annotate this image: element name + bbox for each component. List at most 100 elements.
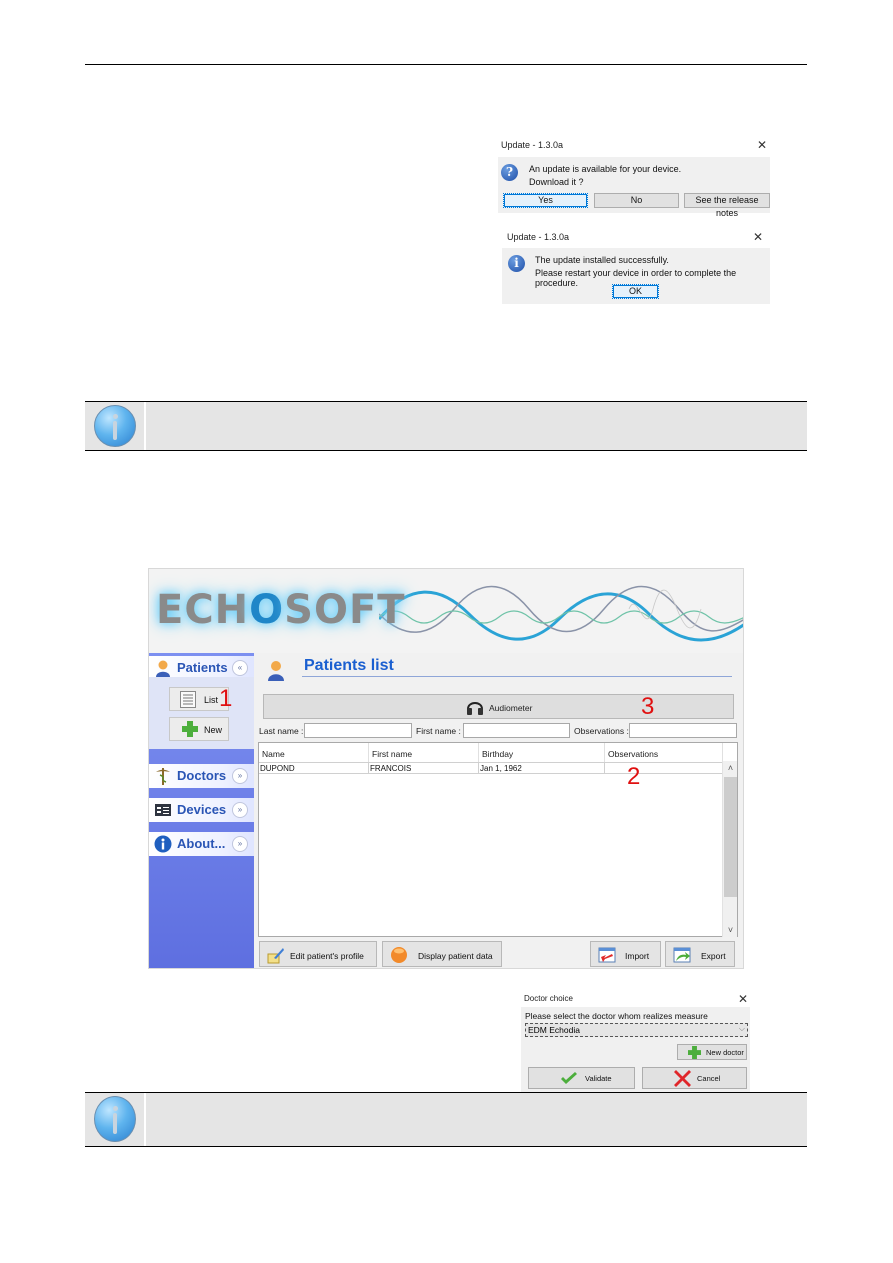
scroll-down-icon[interactable]: ˅ xyxy=(723,925,738,935)
success-message-line1: The update installed successfully. xyxy=(535,255,669,265)
new-doctor-button[interactable]: New doctor xyxy=(677,1044,747,1060)
plus-icon xyxy=(688,1046,701,1059)
sidebar: Patients « List New 1 Doctors » Devices … xyxy=(149,653,254,968)
chevron-down-icon[interactable]: » xyxy=(232,802,248,818)
doctor-select[interactable]: EDM Echodia ⌵ xyxy=(525,1023,748,1037)
new-doctor-label: New doctor xyxy=(706,1048,744,1057)
info-icon: i xyxy=(508,255,525,272)
new-label: New xyxy=(204,725,223,735)
question-icon: ? xyxy=(501,164,518,181)
export-button[interactable]: Export xyxy=(665,941,735,967)
import-label: Import xyxy=(625,951,650,961)
import-icon xyxy=(598,947,616,963)
new-patient-button[interactable]: New xyxy=(169,717,229,741)
dialog-body: ? An update is available for your device… xyxy=(498,157,770,218)
vertical-scrollbar[interactable]: ˄ ˅ xyxy=(722,761,737,937)
sidebar-item-label: Doctors xyxy=(177,768,227,783)
release-notes-button[interactable]: See the release notes xyxy=(684,193,770,218)
logo-text-o: O xyxy=(249,587,285,633)
last-name-input[interactable] xyxy=(304,723,412,738)
logo-text-suffix: SOFT xyxy=(284,587,406,633)
audiometer-button[interactable]: Audiometer xyxy=(263,694,734,719)
chevron-down-icon[interactable]: » xyxy=(232,836,248,852)
export-label: Export xyxy=(701,951,726,961)
info-note xyxy=(85,401,807,451)
patients-list-panel: Patients list Audiometer 3 Last name : F… xyxy=(254,653,743,968)
no-button[interactable]: No xyxy=(594,193,679,208)
info-note xyxy=(85,1092,807,1147)
chevron-up-icon[interactable]: « xyxy=(232,660,248,676)
column-header-name[interactable]: Name xyxy=(259,743,369,762)
list-label: List xyxy=(204,695,219,705)
edit-profile-label: Edit patient's profile xyxy=(290,951,364,961)
headphones-icon xyxy=(467,702,483,715)
audiometer-label: Audiometer xyxy=(489,703,533,713)
chevron-down-icon[interactable]: » xyxy=(232,768,248,784)
annotation-1: 1 xyxy=(219,685,233,712)
dialog-title: Update - 1.3.0a xyxy=(507,232,570,242)
scroll-up-icon[interactable]: ˄ xyxy=(723,763,738,773)
patient-icon xyxy=(156,660,170,677)
yes-button[interactable]: Yes xyxy=(503,193,588,208)
update-success-dialog: Update - 1.3.0a ✕ i The update installed… xyxy=(502,228,770,306)
echosoft-window: ECHOSOFT Patients « List New 1 Doctors » xyxy=(148,568,744,969)
caduceus-icon xyxy=(156,768,170,785)
column-header-birthday[interactable]: Birthday xyxy=(479,743,605,762)
page-header-rule xyxy=(85,64,807,65)
update-message-line2: Download it ? xyxy=(529,177,584,187)
annotation-2: 2 xyxy=(627,763,641,790)
edit-profile-button[interactable]: Edit patient's profile xyxy=(259,941,377,967)
waveform-graphic xyxy=(379,585,743,642)
display-data-label: Display patient data xyxy=(418,951,493,961)
cancel-button[interactable]: Cancel xyxy=(642,1067,747,1089)
validate-button[interactable]: Validate xyxy=(528,1067,635,1089)
info-icon xyxy=(94,1096,136,1142)
doctor-choice-dialog: Doctor choice ✕ Please select the doctor… xyxy=(519,990,752,1095)
dialog-body: i The update installed successfully. Ple… xyxy=(502,248,770,304)
export-icon xyxy=(673,947,691,963)
red-x-icon xyxy=(674,1070,691,1087)
close-icon[interactable]: ✕ xyxy=(738,993,748,1005)
sidebar-item-doctors[interactable]: Doctors » xyxy=(149,764,254,788)
patients-table: Name First name Birthday Observations DU… xyxy=(258,742,738,937)
info-note-icon-cell xyxy=(85,1093,146,1146)
logo-text-prefix: ECH xyxy=(156,587,250,633)
close-icon[interactable]: ✕ xyxy=(757,139,767,151)
echosoft-banner: ECHOSOFT xyxy=(149,569,743,653)
plus-icon xyxy=(182,721,198,737)
cell-observations xyxy=(605,762,723,774)
import-button[interactable]: Import xyxy=(590,941,661,967)
device-icon xyxy=(155,804,171,816)
selected-doctor: EDM Echodia xyxy=(528,1025,580,1035)
dialog-body: Please select the doctor whom realizes m… xyxy=(521,1007,750,1093)
chevron-down-icon[interactable]: ⌵ xyxy=(739,1024,745,1034)
dialog-title: Doctor choice xyxy=(524,994,573,1003)
annotation-3: 3 xyxy=(641,693,655,720)
ok-button[interactable]: OK xyxy=(612,284,659,299)
display-data-button[interactable]: Display patient data xyxy=(382,941,502,967)
info-icon xyxy=(94,405,136,447)
orange-ball-icon xyxy=(391,947,407,963)
first-name-input[interactable] xyxy=(463,723,570,738)
cancel-label: Cancel xyxy=(697,1074,721,1083)
sidebar-item-about[interactable]: About... » xyxy=(149,832,254,856)
info-note-icon-cell xyxy=(85,402,146,450)
patient-icon xyxy=(268,661,284,681)
checkmark-icon xyxy=(561,1072,577,1084)
scrollbar-thumb[interactable] xyxy=(724,777,737,897)
close-icon[interactable]: ✕ xyxy=(753,231,763,243)
page-title: Patients list xyxy=(304,657,394,674)
observations-label: Observations : xyxy=(574,726,629,736)
observations-input[interactable] xyxy=(629,723,737,738)
cell-birthday: Jan 1, 1962 xyxy=(479,762,605,774)
echosoft-logo: ECHOSOFT xyxy=(156,587,406,633)
edit-profile-icon xyxy=(267,948,284,964)
info-icon xyxy=(154,835,172,853)
sidebar-item-devices[interactable]: Devices » xyxy=(149,798,254,822)
column-header-first-name[interactable]: First name xyxy=(369,743,479,762)
sidebar-item-label: About... xyxy=(177,836,226,851)
cell-name: DUPOND xyxy=(259,762,369,774)
first-name-label: First name : xyxy=(416,726,461,736)
column-header-observations[interactable]: Observations xyxy=(605,743,723,762)
dialog-title: Update - 1.3.0a xyxy=(501,140,564,150)
